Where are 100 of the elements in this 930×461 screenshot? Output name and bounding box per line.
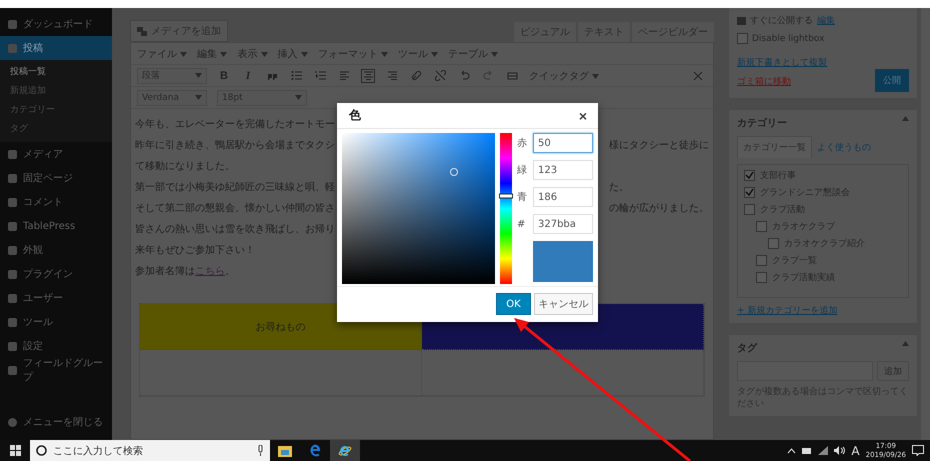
collapse-caret-icon[interactable] [902, 116, 909, 121]
menu-icon [8, 174, 17, 182]
toolbar-button[interactable] [313, 68, 327, 82]
paragraph-text: 来年もぜひご参加下さい！ [135, 244, 256, 256]
input-field[interactable]: 50 [533, 133, 593, 153]
checkbox[interactable] [737, 33, 748, 44]
sidebar-item[interactable]: メディア [0, 142, 112, 166]
wifi-icon[interactable] [818, 446, 828, 455]
notification-icon[interactable] [912, 445, 924, 456]
ok-button[interactable]: OK [496, 293, 531, 315]
windows-logo-icon[interactable] [10, 445, 20, 456]
sidebar-item[interactable]: コメント [0, 190, 112, 214]
sidebar-item[interactable]: 固定ページ [0, 166, 112, 190]
toolbar-button[interactable] [361, 68, 375, 82]
input-field[interactable]: 327bba [533, 214, 593, 234]
scrollbar[interactable] [921, 8, 930, 440]
toolbar-button[interactable] [289, 68, 303, 82]
toolbar-button[interactable] [385, 68, 399, 82]
search-field[interactable]: ここに入力して検索 [30, 440, 270, 461]
fullscreen-icon[interactable] [693, 70, 703, 80]
sidebar-item[interactable]: ダッシュボード [0, 12, 112, 36]
sidebar-item[interactable]: フィールドグループ [0, 358, 112, 382]
add-category-link[interactable]: + 新規カテゴリーを追加 [737, 304, 909, 317]
category-tab[interactable]: よく使うもの [812, 136, 876, 158]
caret-icon [180, 52, 188, 56]
paragraph-text: 昨年に引き続き、鴨居駅から会場までタクシ [135, 138, 336, 152]
edit-link[interactable]: 編集 [817, 14, 835, 27]
paragraph-text: 皆さんの熱い思いは雪を吹き飛ばし、お帰り [135, 222, 336, 236]
cancel-button[interactable]: キャンセル [534, 293, 593, 315]
taskbar-app[interactable] [330, 440, 360, 461]
caret-icon [380, 52, 388, 56]
trash-link[interactable]: ゴミ箱に移動 [737, 75, 791, 88]
cortana-circle-icon [36, 445, 47, 456]
checkbox[interactable] [756, 221, 767, 232]
menu-icon [8, 44, 17, 52]
caret-icon [300, 52, 308, 56]
bullets-icon [290, 70, 302, 81]
redo-icon [482, 70, 494, 81]
publish-button[interactable]: 公開 [875, 69, 909, 92]
caret-icon [195, 73, 202, 78]
color-gradient-area[interactable] [342, 133, 496, 284]
submenu-item[interactable]: タグ [0, 119, 112, 138]
paragraph-text: の輪が広がりました。 [609, 202, 709, 214]
paragraph-text: て移動になりました。 [135, 160, 236, 172]
calendar-icon [737, 16, 746, 25]
duplicate-link[interactable]: 新規下書きとして複製 [737, 56, 909, 69]
toolbar-button[interactable] [409, 68, 423, 82]
media-icon [137, 26, 147, 36]
undo-icon [458, 70, 470, 81]
submenu-item[interactable]: カテゴリー [0, 100, 112, 119]
microphone-icon[interactable] [257, 445, 264, 456]
collapse-menu-button[interactable]: メニューを閉じる [0, 410, 112, 434]
hue-slider[interactable] [500, 133, 512, 284]
folder-icon [278, 444, 292, 456]
checkbox[interactable] [768, 238, 779, 249]
more-icon [506, 70, 518, 81]
caret-icon [220, 52, 228, 56]
checkbox[interactable] [756, 255, 767, 266]
sidebar-item[interactable]: TablePress [0, 214, 112, 238]
sidebar-item[interactable]: 投稿 [0, 36, 112, 60]
field-label: 赤 [517, 136, 528, 150]
speaker-icon[interactable] [834, 446, 846, 455]
checkbox[interactable] [744, 170, 755, 181]
checkbox[interactable] [744, 204, 755, 215]
picker-handle[interactable] [450, 168, 458, 176]
link[interactable]: こちら [195, 266, 225, 276]
sidebar-item[interactable]: プラグイン [0, 262, 112, 286]
field-label: 緑 [517, 164, 528, 177]
align-left-icon [338, 70, 350, 81]
hue-slider-thumb[interactable] [499, 194, 514, 199]
collapse-caret-icon[interactable] [902, 341, 909, 346]
sidebar-item[interactable]: ツール [0, 310, 112, 334]
battery-icon[interactable] [802, 446, 812, 454]
menu-icon [8, 198, 17, 206]
input-field[interactable]: 186 [533, 187, 593, 207]
chevron-up-icon[interactable] [787, 448, 796, 454]
checkbox[interactable] [744, 187, 755, 198]
collapse-icon [8, 418, 17, 426]
submenu-item[interactable]: 新規追加 [0, 81, 112, 100]
sidebar-item[interactable]: ユーザー [0, 286, 112, 310]
field-label: # [517, 218, 526, 230]
menu-icon [8, 318, 17, 326]
toolbar-button[interactable] [433, 68, 447, 82]
edge-logo-icon [308, 444, 322, 457]
sidebar-item[interactable]: 外観 [0, 238, 112, 262]
checkbox[interactable] [756, 272, 767, 283]
field-label: 青 [517, 190, 528, 204]
submenu-item[interactable]: 投稿一覧 [0, 62, 112, 81]
numbers-icon [314, 70, 326, 81]
caret-icon [491, 52, 498, 56]
ime-indicator[interactable]: A [851, 444, 860, 458]
paragraph-text: そして第二部の懇親会。懐かしい仲間の皆さ [135, 202, 336, 214]
link-icon [410, 70, 422, 81]
dialog-title: 色 [349, 107, 361, 124]
input-field[interactable]: 123 [533, 160, 593, 180]
sidebar-item[interactable]: 設定 [0, 334, 112, 358]
paragraph-text: 様にタクシーと徒歩に [609, 138, 709, 152]
caret-icon [260, 52, 268, 56]
close-button[interactable]: × [576, 108, 590, 122]
toolbar-button[interactable] [337, 68, 351, 82]
